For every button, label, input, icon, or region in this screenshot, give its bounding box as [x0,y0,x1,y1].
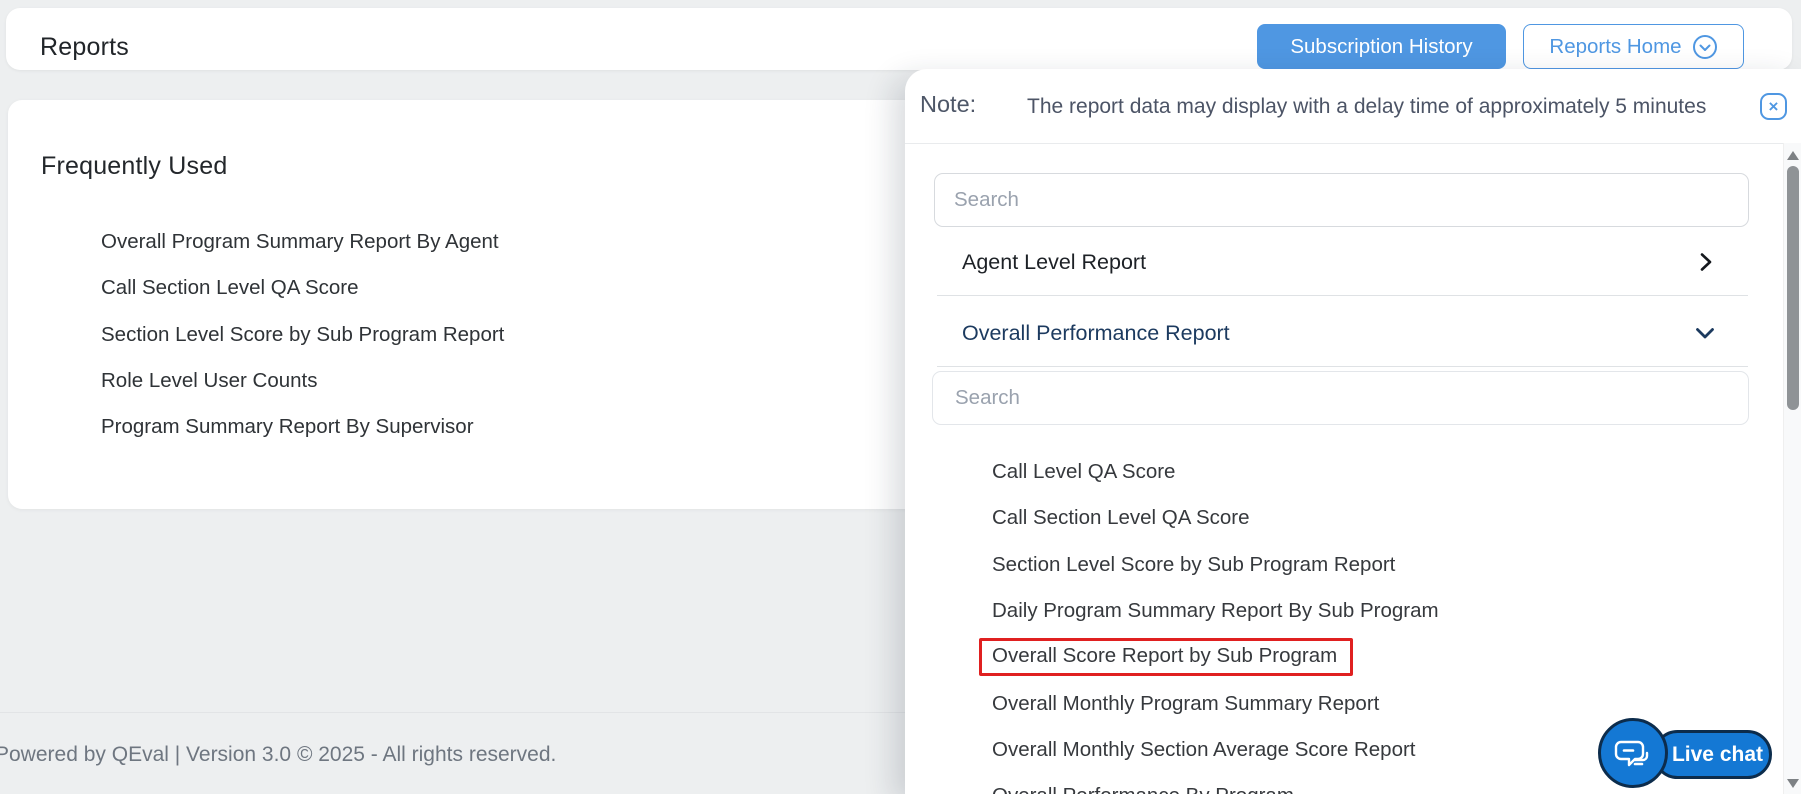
scrollbar-up-arrow-icon[interactable] [1787,151,1799,160]
frequently-used-item[interactable]: Program Summary Report By Supervisor [101,404,504,450]
chevron-down-icon [1693,321,1717,350]
group-row-overall-performance-report[interactable]: Overall Performance Report [905,316,1749,350]
row-divider [937,295,1748,296]
report-list-item-label: Call Section Level QA Score [992,506,1250,530]
report-list-item-label: Overall Monthly Section Average Score Re… [992,737,1416,761]
live-chat-button[interactable] [1598,718,1668,788]
reports-home-label: Reports Home [1549,34,1682,58]
frequently-used-item[interactable]: Role Level User Counts [101,358,504,404]
report-list-item[interactable]: Call Section Level QA Score [905,495,1749,541]
note-separator [905,143,1783,144]
report-list-item-label: Overall Performance By Program [992,784,1294,794]
note-message: The report data may display with a delay… [1027,95,1707,118]
note-close-button[interactable]: × [1760,93,1787,120]
live-chat-widget[interactable]: Live chat [1598,718,1778,790]
scrollbar-thumb[interactable] [1786,166,1799,410]
report-list-item-label: Daily Program Summary Report By Sub Prog… [992,599,1439,623]
header-card: Reports Subscription History Reports Hom… [6,8,1792,70]
group-label: Agent Level Report [962,250,1147,274]
frequently-used-item[interactable]: Section Level Score by Sub Program Repor… [101,312,504,358]
report-list-item-label: Overall Score Report by Sub Program [979,638,1354,677]
report-list-item[interactable]: Daily Program Summary Report By Sub Prog… [905,588,1749,634]
panel-search-input[interactable] [934,173,1749,227]
group-label: Overall Performance Report [962,321,1230,345]
note-label: Note: [920,91,977,117]
page-title: Reports [40,33,129,61]
reports-dropdown-panel: Note: The report data may display with a… [905,69,1801,794]
subscription-history-button[interactable]: Subscription History [1257,24,1506,69]
close-icon: × [1768,97,1779,116]
report-list-item[interactable]: Call Level QA Score [905,449,1749,495]
group-row-agent-level-report[interactable]: Agent Level Report [905,245,1749,279]
report-list-item[interactable]: Section Level Score by Sub Program Repor… [905,542,1749,588]
panel-scrollbar[interactable] [1783,143,1801,794]
frequently-used-item[interactable]: Overall Program Summary Report By Agent [101,219,504,265]
sub-report-search-input[interactable] [932,371,1749,425]
report-list-item-label: Call Level QA Score [992,460,1176,484]
frequently-used-item[interactable]: Call Section Level QA Score [101,265,504,311]
scrollbar-down-arrow-icon[interactable] [1787,779,1799,788]
report-list-item-label: Overall Monthly Program Summary Report [992,691,1380,715]
report-list-item-label: Section Level Score by Sub Program Repor… [992,552,1396,576]
live-chat-pill[interactable]: Live chat [1653,730,1772,779]
footer-text: Powered by QEval | Version 3.0 © 2025 - … [0,743,557,766]
reports-home-button[interactable]: Reports Home [1523,24,1744,69]
chevron-right-icon [1693,250,1717,279]
chevron-down-circle-icon [1692,34,1718,60]
row-divider [937,366,1748,367]
frequently-used-title: Frequently Used [41,152,228,180]
live-chat-label: Live chat [1671,742,1764,766]
frequently-used-list: Overall Program Summary Report By Agent C… [101,219,504,450]
chat-bubbles-icon [1613,733,1653,773]
report-list-item-highlighted[interactable]: Overall Score Report by Sub Program [905,634,1749,680]
